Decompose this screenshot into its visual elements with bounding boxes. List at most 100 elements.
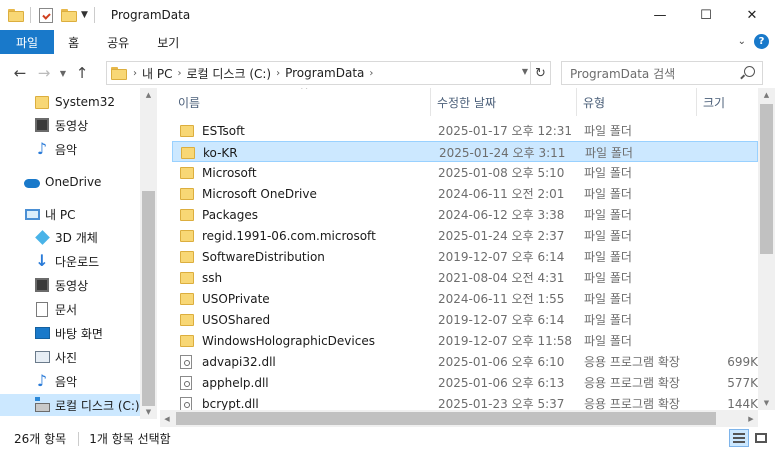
nav-scrollbar[interactable]: ▲ ▼ <box>140 88 157 419</box>
nav-item-music-pc[interactable]: ♪ 음악 <box>0 370 140 392</box>
column-header-type[interactable]: 유형 <box>576 88 696 116</box>
column-header-name[interactable]: 이름 ^ <box>160 88 430 116</box>
breadcrumb-separator[interactable]: › <box>369 68 373 79</box>
tab-file[interactable]: 파일 <box>0 30 55 54</box>
up-arrow-icon[interactable]: ↑ <box>70 61 94 85</box>
nav-item-label: 동영상 <box>55 118 89 133</box>
file-name-cell[interactable]: apphelp.dll <box>180 372 438 393</box>
file-name-cell[interactable]: ESTsoft <box>180 120 438 141</box>
large-icons-view-button[interactable] <box>751 429 771 447</box>
file-date: 2019-12-07 오후 11:58 <box>438 334 573 348</box>
file-name-cell[interactable]: ko-KR <box>181 142 439 163</box>
tab-share[interactable]: 공유 <box>93 30 143 54</box>
nav-item-desktop[interactable]: 바탕 화면 <box>0 322 140 344</box>
nav-item-music[interactable]: ♪ 음악 <box>0 138 140 160</box>
address-dropdown-chevron-icon[interactable]: ▼ <box>522 67 528 76</box>
file-name-cell[interactable]: USOPrivate <box>180 288 438 309</box>
minimize-button[interactable]: — <box>637 0 683 30</box>
search-input[interactable]: ProgramData 검색 <box>561 61 763 85</box>
tab-home[interactable]: 홈 <box>54 30 93 54</box>
scroll-down-arrow-icon[interactable]: ▼ <box>758 396 775 410</box>
file-row[interactable]: ssh 2021-08-04 오전 4:31 파일 폴더 <box>172 267 758 288</box>
horizontal-scrollbar-thumb[interactable] <box>176 412 716 425</box>
folder-icon <box>180 124 194 137</box>
breadcrumb-this-pc[interactable]: 내 PC <box>142 65 172 82</box>
nav-item-system32[interactable]: System32 <box>0 91 140 113</box>
file-name: regid.1991-06.com.microsoft <box>202 228 376 243</box>
scroll-up-arrow-icon[interactable]: ▲ <box>140 88 157 102</box>
recent-locations-chevron-icon[interactable]: ▼ <box>56 69 70 78</box>
breadcrumb-separator[interactable]: › <box>177 68 181 79</box>
file-name-cell[interactable]: regid.1991-06.com.microsoft <box>180 225 438 246</box>
scroll-right-arrow-icon[interactable]: ▶ <box>744 410 758 427</box>
file-row[interactable]: WindowsHolographicDevices 2019-12-07 오후 1… <box>172 330 758 351</box>
file-name-cell[interactable]: SoftwareDistribution <box>180 246 438 267</box>
file-row[interactable]: Microsoft OneDrive 2024-06-11 오전 2:01 파일 폴… <box>172 183 758 204</box>
properties-icon[interactable] <box>39 7 53 23</box>
file-row[interactable]: ESTsoft 2025-01-17 오후 12:31 파일 폴더 <box>172 120 758 141</box>
nav-item-documents[interactable]: 문서 <box>0 298 140 320</box>
file-name: bcrypt.dll <box>202 396 259 411</box>
help-icon[interactable]: ? <box>754 34 769 49</box>
forward-arrow-icon[interactable]: → <box>32 61 56 85</box>
close-button[interactable]: ✕ <box>729 0 775 30</box>
new-folder-icon[interactable] <box>61 8 77 22</box>
file-type: 파일 폴더 <box>584 166 632 180</box>
file-row[interactable]: SoftwareDistribution 2019-12-07 오후 6:14 파일… <box>172 246 758 267</box>
file-row[interactable]: Packages 2024-06-12 오후 3:38 파일 폴더 <box>172 204 758 225</box>
nav-item-local-disk[interactable]: 로컬 디스크 (C:) <box>0 394 140 416</box>
chevron-down-icon[interactable]: ⌄ <box>738 36 746 47</box>
column-header-size[interactable]: 크기 <box>696 88 758 116</box>
file-row[interactable]: USOShared 2019-12-07 오후 6:14 파일 폴더 <box>172 309 758 330</box>
breadcrumb-separator: › <box>133 67 137 79</box>
file-row[interactable]: Microsoft 2025-01-08 오후 5:10 파일 폴더 <box>172 162 758 183</box>
maximize-button[interactable]: ☐ <box>683 0 729 30</box>
details-view-button[interactable] <box>729 429 749 447</box>
vertical-scrollbar-thumb[interactable] <box>760 104 773 254</box>
file-row[interactable]: bcrypt.dll 2025-01-23 오후 5:37 응용 프로그램 확장 14… <box>172 393 758 410</box>
file-name-cell[interactable]: ssh <box>180 267 438 288</box>
file-name-cell[interactable]: Packages <box>180 204 438 225</box>
file-row[interactable]: USOPrivate 2024-06-11 오전 1:55 파일 폴더 <box>172 288 758 309</box>
nav-item-3d-objects[interactable]: 3D 개체 <box>0 226 140 248</box>
file-name: USOShared <box>202 312 271 327</box>
folder-icon[interactable] <box>8 8 24 22</box>
scroll-up-arrow-icon[interactable]: ▲ <box>758 88 775 102</box>
nav-item-label: 다운로드 <box>55 254 100 269</box>
scroll-down-arrow-icon[interactable]: ▼ <box>140 405 157 419</box>
file-list-vertical-scrollbar[interactable]: ▲ ▼ <box>758 88 775 410</box>
nav-item-onedrive[interactable]: OneDrive <box>0 171 140 193</box>
file-name-cell[interactable]: bcrypt.dll <box>180 393 438 410</box>
nav-item-label: 음악 <box>55 374 78 389</box>
nav-scrollbar-thumb[interactable] <box>142 191 155 406</box>
nav-item-videos-pc[interactable]: 동영상 <box>0 274 140 296</box>
search-icon[interactable] <box>744 66 755 77</box>
document-icon <box>34 301 50 317</box>
scroll-left-arrow-icon[interactable]: ◀ <box>160 410 174 427</box>
nav-item-downloads[interactable]: ↓ 다운로드 <box>0 250 140 272</box>
file-row[interactable]: advapi32.dll 2025-01-06 오후 6:10 응용 프로그램 확장… <box>172 351 758 372</box>
file-name-cell[interactable]: Microsoft <box>180 162 438 183</box>
file-row[interactable]: regid.1991-06.com.microsoft 2025-01-24 오후… <box>172 225 758 246</box>
tab-view[interactable]: 보기 <box>143 30 193 54</box>
file-name: Packages <box>202 207 258 222</box>
file-row[interactable]: apphelp.dll 2025-01-06 오후 6:13 응용 프로그램 확장 5… <box>172 372 758 393</box>
breadcrumb-programdata[interactable]: ProgramData <box>285 66 364 80</box>
breadcrumb-local-disk[interactable]: 로컬 디스크 (C:) <box>186 65 271 82</box>
back-arrow-icon[interactable]: ← <box>8 61 32 85</box>
nav-item-videos[interactable]: 동영상 <box>0 114 140 136</box>
file-name-cell[interactable]: advapi32.dll <box>180 351 438 372</box>
file-name-cell[interactable]: USOShared <box>180 309 438 330</box>
customize-quick-access-chevron-icon[interactable]: ▼ <box>81 10 88 20</box>
nav-item-pictures[interactable]: 사진 <box>0 346 140 368</box>
column-header-row: 이름 ^ 수정한 날짜 유형 크기 <box>160 88 758 116</box>
file-list-horizontal-scrollbar[interactable]: ◀ ▶ <box>160 410 758 427</box>
breadcrumb-separator[interactable]: › <box>276 68 280 79</box>
nav-item-this-pc[interactable]: 내 PC <box>0 203 140 225</box>
refresh-icon[interactable]: ↻ <box>530 62 550 84</box>
file-name-cell[interactable]: WindowsHolographicDevices <box>180 330 438 351</box>
file-name-cell[interactable]: Microsoft OneDrive <box>180 183 438 204</box>
file-row[interactable]: ko-KR 2025-01-24 오후 3:11 파일 폴더 <box>172 141 758 162</box>
address-bar[interactable]: › 내 PC › 로컬 디스크 (C:) › ProgramData › ▼ ↻ <box>106 61 551 85</box>
column-header-date[interactable]: 수정한 날짜 <box>430 88 576 116</box>
